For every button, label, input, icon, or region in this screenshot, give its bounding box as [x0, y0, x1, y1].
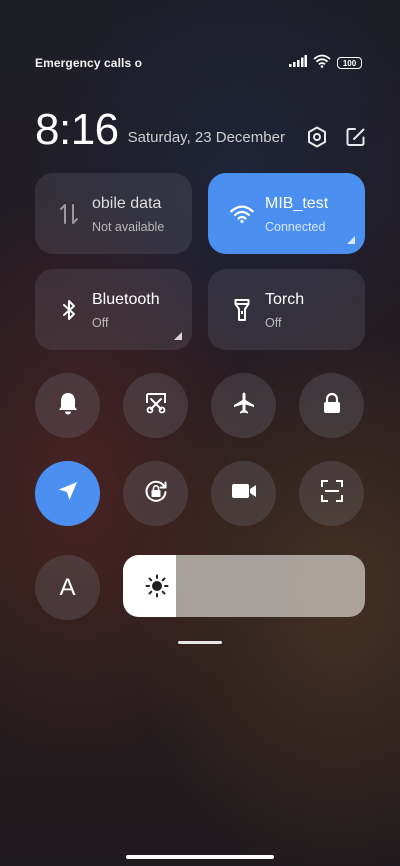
rotation-lock-icon: [143, 478, 169, 509]
location-icon: [57, 480, 79, 507]
edit-icon[interactable]: [345, 126, 366, 147]
date: Saturday, 23 December: [127, 129, 285, 146]
lock-icon: [322, 392, 342, 419]
status-text: Emergency calls o: [35, 56, 143, 70]
screenshot-icon: [144, 391, 168, 420]
clock: 8:16: [35, 105, 119, 154]
video-camera-icon: [231, 482, 257, 505]
battery-icon: 100: [337, 57, 362, 69]
toggle-location[interactable]: [35, 461, 100, 526]
airplane-icon: [232, 391, 256, 420]
home-indicator[interactable]: [126, 855, 274, 859]
tile-subtitle: Off: [92, 316, 109, 330]
header-actions: [306, 126, 366, 147]
font-size-button[interactable]: A: [35, 555, 100, 620]
clock-row: 8:16 Saturday, 23 December: [35, 104, 366, 152]
wifi-icon: [230, 202, 254, 226]
toggle-screen-recorder[interactable]: [211, 461, 276, 526]
torch-icon: [230, 298, 254, 322]
toggle-notifications[interactable]: [35, 373, 100, 438]
tile-subtitle: Connected: [265, 220, 326, 234]
tile-title: obile data: [92, 195, 162, 212]
bell-icon: [57, 391, 79, 420]
tile-subtitle: Not available: [92, 220, 165, 234]
tile-title: MIB_test: [265, 195, 329, 212]
scanner-icon: [320, 479, 344, 508]
expand-corner-icon[interactable]: [347, 236, 355, 244]
brightness-slider[interactable]: [123, 555, 365, 617]
settings-icon[interactable]: [306, 126, 327, 147]
status-icons: 100: [289, 54, 362, 73]
toggle-lock-screen[interactable]: [299, 373, 364, 438]
brightness-icon: [145, 574, 169, 598]
panel-handle[interactable]: [178, 641, 222, 644]
mobile-data-icon: [57, 202, 81, 226]
expand-corner-icon[interactable]: [174, 332, 182, 340]
toggle-scanner[interactable]: [299, 461, 364, 526]
tile-torch[interactable]: Torch Off: [208, 269, 365, 350]
wifi-icon: [313, 54, 331, 73]
tile-subtitle: Off: [265, 316, 282, 330]
toggle-rotation-lock[interactable]: [123, 461, 188, 526]
tile-mobile-data[interactable]: obile data Not available: [35, 173, 192, 254]
toggle-airplane-mode[interactable]: [211, 373, 276, 438]
tile-bluetooth[interactable]: Bluetooth Off: [35, 269, 192, 350]
tile-title: Torch: [265, 291, 305, 308]
font-size-label: A: [59, 573, 76, 601]
status-bar: Emergency calls o 100: [35, 53, 362, 73]
signal-icon: [289, 54, 307, 72]
tile-title: Bluetooth: [92, 291, 160, 308]
toggle-screenshot[interactable]: [123, 373, 188, 438]
bluetooth-icon: [57, 298, 81, 322]
tile-wifi[interactable]: MIB_test Connected: [208, 173, 365, 254]
